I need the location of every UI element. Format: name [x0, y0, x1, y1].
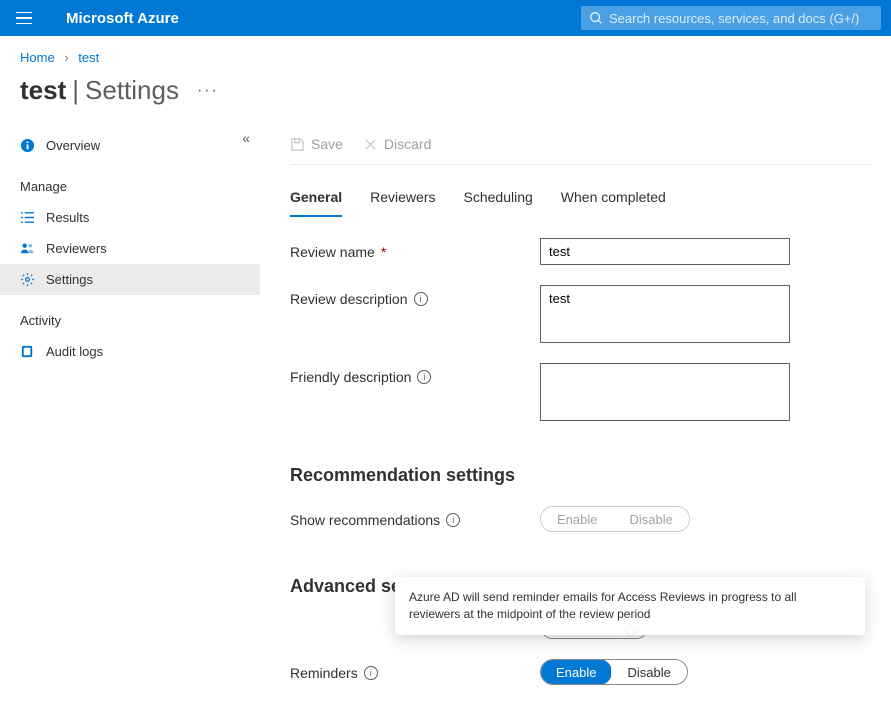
toggle-reminders[interactable]: Enable Disable	[540, 659, 688, 685]
more-menu[interactable]: ···	[197, 82, 219, 100]
enable-option[interactable]: Enable	[540, 659, 612, 685]
tab-reviewers[interactable]: Reviewers	[370, 183, 435, 217]
sidebar-label: Results	[46, 210, 89, 225]
discard-label: Discard	[384, 136, 431, 152]
label-review-description: Review description i	[290, 285, 540, 307]
toggle-show-recommendations: Enable Disable	[540, 506, 690, 532]
enable-option: Enable	[541, 507, 613, 531]
row-reminders: Reminders i Enable Disable	[290, 659, 871, 685]
page-title-section: Settings	[85, 75, 179, 106]
label-show-recommendations: Show recommendations i	[290, 506, 540, 528]
book-icon	[20, 344, 36, 359]
sidebar-item-audit-logs[interactable]: Audit logs	[0, 336, 260, 367]
sidebar-header-manage: Manage	[0, 171, 260, 202]
gear-icon	[20, 272, 36, 287]
breadcrumb-current[interactable]: test	[78, 50, 99, 65]
reminders-tooltip: Azure AD will send reminder emails for A…	[395, 577, 865, 635]
discard-button[interactable]: Discard	[363, 136, 431, 152]
people-icon	[20, 241, 36, 256]
save-button[interactable]: Save	[290, 136, 343, 152]
tab-general[interactable]: General	[290, 183, 342, 217]
input-friendly-description[interactable]	[540, 363, 790, 421]
search-input[interactable]	[609, 11, 873, 26]
title-sep: |	[72, 75, 79, 106]
tab-scheduling[interactable]: Scheduling	[464, 183, 533, 217]
save-icon	[290, 137, 305, 152]
label-reminders: Reminders i	[290, 659, 540, 681]
sidebar-item-reviewers[interactable]: Reviewers	[0, 233, 260, 264]
sidebar-label: Reviewers	[46, 241, 107, 256]
brand: Microsoft Azure	[66, 10, 179, 27]
toolbar: Save Discard	[290, 130, 871, 165]
menu-toggle[interactable]	[10, 8, 38, 29]
collapse-sidebar-icon[interactable]: «	[242, 130, 250, 146]
sidebar-item-results[interactable]: Results	[0, 202, 260, 233]
row-show-recommendations: Show recommendations i Enable Disable	[290, 506, 871, 532]
tab-when-completed[interactable]: When completed	[561, 183, 666, 217]
search-icon	[589, 11, 603, 25]
label-review-name: Review name *	[290, 238, 540, 260]
disable-option: Disable	[613, 507, 688, 531]
save-label: Save	[311, 136, 343, 152]
info-icon[interactable]: i	[364, 666, 378, 680]
row-friendly-description: Friendly description i	[290, 363, 871, 421]
sidebar-label: Settings	[46, 272, 93, 287]
page-title-name: test	[20, 75, 66, 106]
sidebar-item-overview[interactable]: Overview	[0, 130, 260, 161]
info-icon[interactable]: i	[446, 513, 460, 527]
page-title: test | Settings	[20, 75, 179, 106]
title-row: test | Settings ···	[0, 75, 891, 130]
section-recommendation: Recommendation settings	[290, 465, 871, 486]
sidebar-label: Overview	[46, 138, 100, 153]
input-review-name[interactable]	[540, 238, 790, 265]
row-review-name: Review name *	[290, 238, 871, 265]
info-icon	[20, 138, 36, 153]
label-friendly-description: Friendly description i	[290, 363, 540, 385]
breadcrumb-sep: ›	[64, 50, 68, 65]
required-indicator: *	[381, 244, 386, 260]
content: Save Discard General Reviewers Schedulin…	[260, 130, 891, 705]
sidebar-header-activity: Activity	[0, 305, 260, 336]
info-icon[interactable]: i	[414, 292, 428, 306]
sidebar-item-settings[interactable]: Settings	[0, 264, 260, 295]
info-icon[interactable]: i	[417, 370, 431, 384]
input-review-description[interactable]	[540, 285, 790, 343]
tabs: General Reviewers Scheduling When comple…	[290, 183, 871, 218]
close-icon	[363, 137, 378, 152]
breadcrumb: Home › test	[0, 36, 891, 75]
sidebar: « Overview Manage Results Reviewers Sett…	[0, 130, 260, 705]
disable-option[interactable]: Disable	[611, 660, 686, 684]
topbar: Microsoft Azure	[0, 0, 891, 36]
search-box[interactable]	[581, 6, 881, 30]
list-icon	[20, 210, 36, 225]
sidebar-label: Audit logs	[46, 344, 103, 359]
breadcrumb-home[interactable]: Home	[20, 50, 55, 65]
row-review-description: Review description i	[290, 285, 871, 343]
